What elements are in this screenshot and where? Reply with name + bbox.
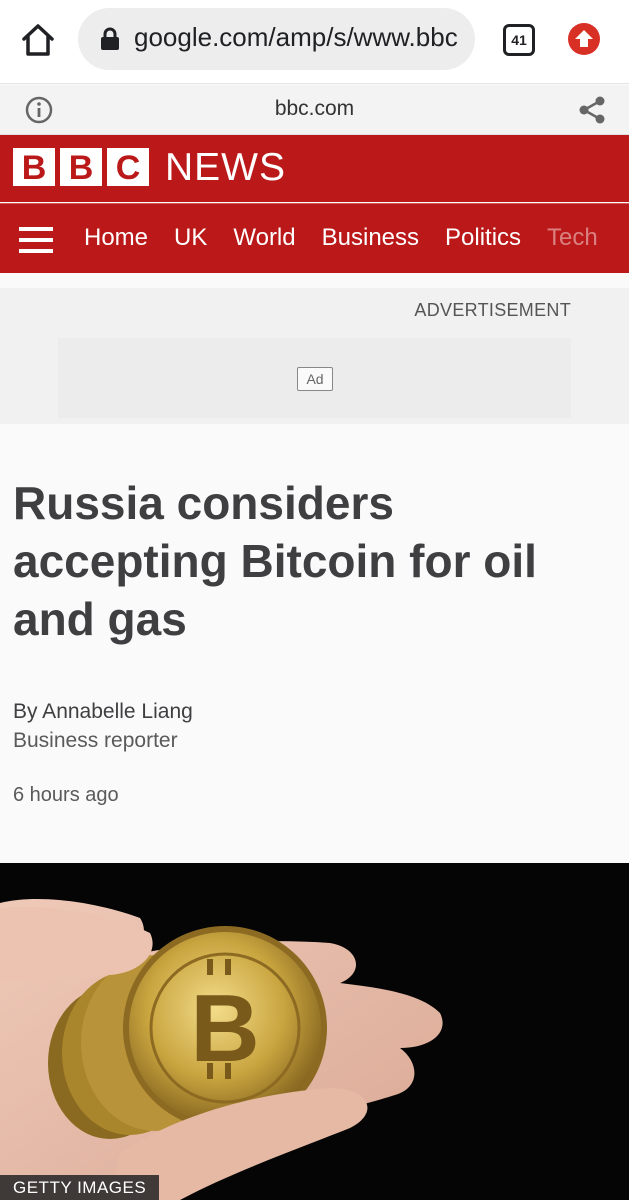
bitcoin-in-hand-illustration: B [0,863,629,1200]
article-timestamp: 6 hours ago [13,784,119,806]
nav-item-uk[interactable]: UK [174,224,207,252]
image-credit: GETTY IMAGES [0,1175,160,1200]
article-author: By Annabelle Liang [13,700,193,723]
nav-item-politics[interactable]: Politics [445,224,521,252]
author-role: Business reporter [13,729,178,752]
nav-item-tech[interactable]: Tech [547,224,598,252]
nav-list: Home UK World Business Politics Tech [84,224,624,252]
advertisement-label: ADVERTISEMENT [414,300,571,320]
section-nav: Home UK World Business Politics Tech [0,203,629,273]
update-arrow-icon[interactable] [568,23,600,55]
nav-item-world[interactable]: World [233,224,295,252]
news-wordmark[interactable]: NEWS [165,146,286,190]
article-headline: Russia considers accepting Bitcoin for o… [13,477,537,645]
bbc-logo-letter: B [60,148,102,187]
tab-switcher-button[interactable]: 41 [503,24,535,56]
bbc-logo[interactable]: B B C [13,148,149,187]
bbc-logo-letter: C [107,148,149,187]
address-bar[interactable]: google.com/amp/s/www.bbc [78,8,475,70]
home-icon[interactable] [20,22,56,58]
article-hero-image[interactable]: B GETTY IMAGES [0,863,629,1200]
url-text: google.com/amp/s/www.bbc [134,22,458,52]
bbc-news-masthead: B B C NEWS [0,135,629,202]
advertisement-section: ADVERTISEMENT Ad [0,288,629,424]
ad-badge: Ad [297,367,333,391]
menu-icon[interactable] [19,227,53,253]
amp-domain-label: bbc.com [274,97,355,120]
ad-slot[interactable]: Ad [58,338,571,418]
bbc-logo-letter: B [13,148,55,187]
nav-item-business[interactable]: Business [322,224,419,252]
amp-header-bar: bbc.com [0,85,629,135]
lock-icon [100,27,120,51]
nav-item-home[interactable]: Home [84,224,148,252]
share-icon[interactable] [578,95,606,125]
browser-toolbar: google.com/amp/s/www.bbc 41 [0,0,629,84]
